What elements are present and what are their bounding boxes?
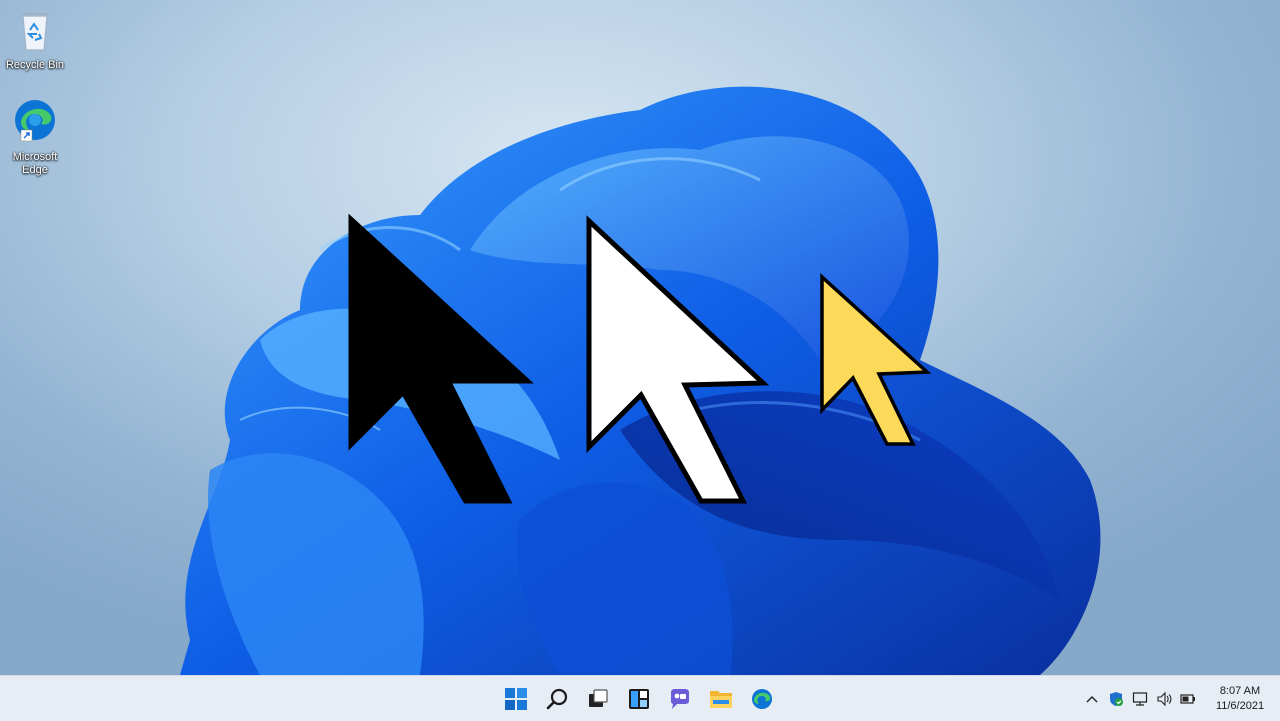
desktop[interactable]: Recycle Bin Microsoft Edge [0, 0, 1280, 675]
edge-label: Microsoft Edge [12, 151, 58, 176]
start-icon [505, 687, 527, 710]
file-explorer-icon [710, 690, 732, 708]
volume-icon [1157, 691, 1172, 706]
chat-button[interactable] [660, 676, 700, 721]
clock-time: 8:07 AM [1219, 684, 1261, 697]
clock[interactable]: 8:07 AM 11/6/2021 [1204, 684, 1276, 714]
edge-icon [15, 100, 55, 142]
recycle-bin-label: Recycle Bin [5, 59, 65, 71]
search-icon [546, 688, 568, 709]
security-tray-button[interactable] [1104, 687, 1128, 711]
widgets-button[interactable] [619, 676, 659, 721]
taskbar: 8:07 AM 11/6/2021 [0, 675, 1280, 721]
battery-icon [1180, 693, 1195, 704]
show-hidden-icons-button[interactable] [1080, 687, 1104, 711]
security-icon [1110, 691, 1123, 706]
start-button[interactable] [496, 676, 536, 721]
white-cursor [586, 215, 770, 504]
chevron-up-icon [1086, 695, 1098, 702]
recycle-bin-shortcut[interactable]: Recycle Bin [0, 8, 70, 72]
file-explorer-button[interactable] [701, 676, 741, 721]
network-tray-button[interactable] [1128, 687, 1152, 711]
task-view-button[interactable] [578, 676, 618, 721]
widgets-icon [629, 688, 649, 709]
edge-icon [752, 688, 772, 709]
edge-taskbar-button[interactable] [742, 676, 782, 721]
taskbar-apps [496, 676, 782, 721]
black-cursor [348, 213, 534, 504]
chat-icon [671, 688, 689, 709]
edge-shortcut[interactable]: Microsoft Edge [0, 96, 70, 177]
battery-tray-button[interactable] [1176, 687, 1200, 711]
yellow-cursor [820, 273, 932, 446]
search-button[interactable] [537, 676, 577, 721]
recycle-bin-icon [21, 13, 49, 51]
system-tray: 8:07 AM 11/6/2021 [1080, 676, 1280, 721]
network-icon [1132, 691, 1148, 706]
volume-tray-button[interactable] [1152, 687, 1176, 711]
task-view-icon [589, 688, 608, 707]
clock-date: 11/6/2021 [1215, 699, 1265, 712]
